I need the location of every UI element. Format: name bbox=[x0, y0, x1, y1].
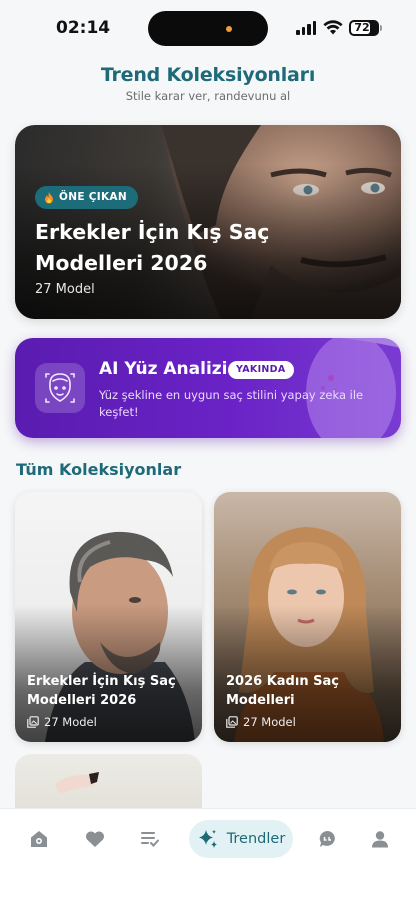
user-icon bbox=[372, 831, 388, 848]
gallery-icon bbox=[226, 716, 238, 728]
heart-icon bbox=[86, 831, 104, 847]
section-title: Tüm Koleksiyonlar bbox=[16, 460, 182, 479]
collection-count: 27 Model bbox=[27, 715, 97, 729]
collection-count-label: 27 Model bbox=[243, 715, 296, 729]
battery-icon: 72 bbox=[349, 20, 379, 36]
sparkles-icon bbox=[198, 829, 217, 848]
nav-list[interactable] bbox=[135, 827, 165, 851]
nav-profile[interactable] bbox=[365, 827, 395, 851]
coming-soon-badge: YAKINDA bbox=[228, 361, 294, 379]
page-header: Trend Koleksiyonları Stile karar ver, ra… bbox=[0, 64, 416, 103]
collection-card-partial[interactable] bbox=[15, 754, 202, 814]
face-scan-icon bbox=[45, 373, 75, 403]
home-icon bbox=[31, 831, 47, 847]
featured-title: Erkekler İçin Kış Saç Modelleri 2026 bbox=[35, 220, 270, 275]
dynamic-island bbox=[148, 11, 268, 46]
nav-trends[interactable]: Trendler bbox=[189, 820, 293, 858]
collection-photo bbox=[55, 772, 99, 794]
status-time: 02:14 bbox=[56, 18, 111, 38]
status-bar: 02:14 72 bbox=[0, 0, 416, 56]
nav-favorites[interactable] bbox=[80, 827, 110, 851]
ai-face-icon-box bbox=[35, 363, 85, 413]
collection-count: 27 Model bbox=[226, 715, 296, 729]
cellular-signal-icon bbox=[296, 21, 316, 35]
collection-title: Erkekler İçin Kış Saç Modelleri 2026 bbox=[27, 674, 176, 708]
bottom-navigation: Trendler bbox=[0, 808, 416, 900]
nav-home[interactable] bbox=[24, 827, 54, 851]
list-check-icon bbox=[141, 832, 159, 847]
featured-collection-card[interactable]: ÖNE ÇIKAN Erkekler İçin Kış Saç Modeller… bbox=[15, 125, 401, 319]
collection-card[interactable]: 2026 Kadın Saç Modelleri 27 Model bbox=[214, 492, 401, 742]
collection-title: 2026 Kadın Saç Modelleri bbox=[226, 674, 339, 708]
battery-tip bbox=[380, 25, 382, 31]
nav-messages[interactable] bbox=[313, 827, 343, 851]
featured-badge: ÖNE ÇIKAN bbox=[35, 186, 138, 209]
featured-badge-label: ÖNE ÇIKAN bbox=[59, 191, 127, 203]
featured-count: 27 Model bbox=[35, 282, 95, 297]
gallery-icon bbox=[27, 716, 39, 728]
fire-icon bbox=[45, 191, 53, 203]
collection-count-label: 27 Model bbox=[44, 715, 97, 729]
battery-percentage: 72 bbox=[354, 21, 370, 34]
chat-icon bbox=[319, 830, 335, 847]
ai-face-analysis-card[interactable]: AI Yüz Analizi YAKINDA Yüz şekline en uy… bbox=[15, 338, 401, 438]
ai-card-description: Yüz şekline en uygun saç stilini yapay z… bbox=[99, 388, 364, 419]
nav-trends-label: Trendler bbox=[226, 831, 286, 847]
wifi-icon bbox=[323, 20, 343, 35]
page-subtitle: Stile karar ver, randevunu al bbox=[125, 89, 291, 103]
ai-card-title: AI Yüz Analizi bbox=[99, 359, 228, 379]
page-title: Trend Koleksiyonları bbox=[100, 64, 316, 86]
camera-indicator-dot bbox=[226, 26, 232, 32]
collection-card[interactable]: Erkekler İçin Kış Saç Modelleri 2026 27 … bbox=[15, 492, 202, 742]
